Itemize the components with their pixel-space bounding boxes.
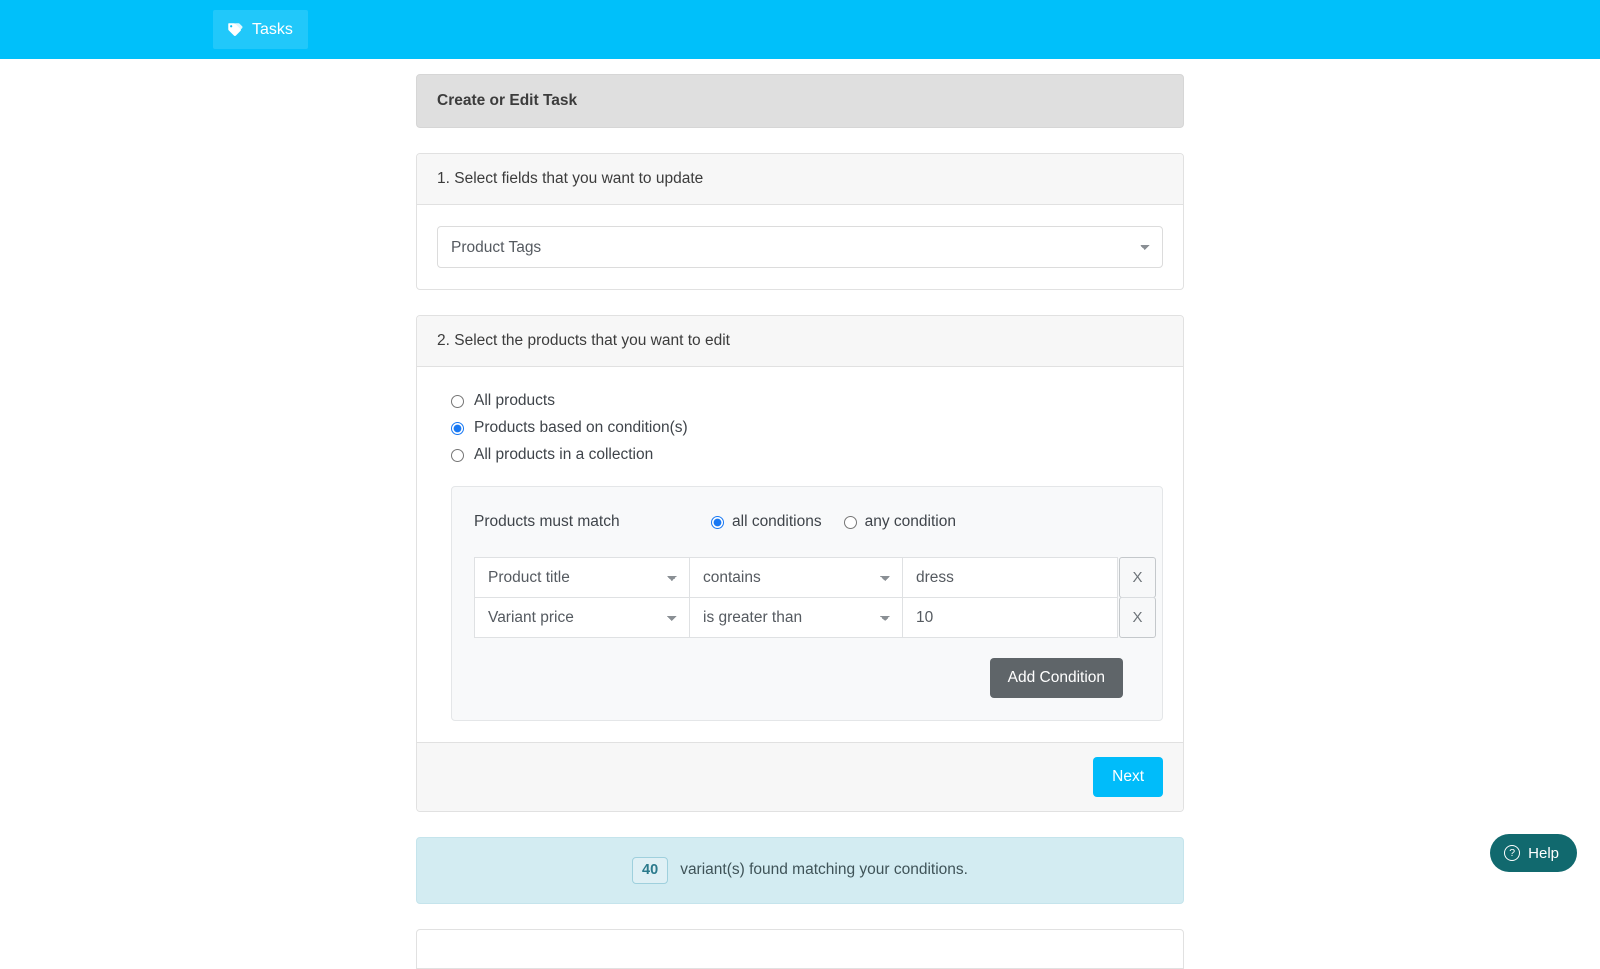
step2-heading: 2. Select the products that you want to … bbox=[417, 316, 1183, 367]
scope-label-collection[interactable]: All products in a collection bbox=[474, 446, 653, 464]
scope-radio-all-products[interactable] bbox=[451, 395, 464, 408]
condition-value-input[interactable] bbox=[902, 557, 1118, 598]
match-label-any[interactable]: any condition bbox=[865, 513, 956, 531]
match-radio-all[interactable] bbox=[711, 516, 724, 529]
help-button-label: Help bbox=[1528, 845, 1559, 862]
condition-remove-button[interactable]: X bbox=[1119, 597, 1156, 638]
step2-footer: Next bbox=[417, 742, 1183, 811]
condition-operator-select[interactable]: is greater than bbox=[689, 597, 903, 638]
next-panel-stub bbox=[416, 929, 1184, 969]
nav-tab-tasks-label: Tasks bbox=[252, 21, 293, 39]
step1-heading: 1. Select fields that you want to update bbox=[417, 154, 1183, 205]
condition-value-input[interactable] bbox=[902, 597, 1118, 638]
question-circle-icon: ? bbox=[1504, 845, 1520, 861]
match-option-all[interactable]: all conditions bbox=[711, 513, 822, 531]
scope-label-conditions[interactable]: Products based on condition(s) bbox=[474, 419, 688, 437]
field-select[interactable]: Product Tags bbox=[437, 226, 1163, 268]
condition-field-select[interactable]: Variant price bbox=[474, 597, 690, 638]
scope-radio-collection[interactable] bbox=[451, 449, 464, 462]
match-mode-row: Products must match all conditions any c… bbox=[474, 513, 1140, 531]
match-radio-any[interactable] bbox=[844, 516, 857, 529]
conditions-table: Product title contains X Variant price bbox=[474, 557, 1163, 638]
nav-tab-tasks[interactable]: Tasks bbox=[213, 10, 308, 49]
top-navigation-bar: Tasks bbox=[0, 0, 1600, 59]
condition-row: Variant price is greater than X bbox=[474, 597, 1163, 638]
match-label-all[interactable]: all conditions bbox=[732, 513, 822, 531]
condition-remove-button[interactable]: X bbox=[1119, 557, 1156, 598]
tag-icon bbox=[226, 21, 243, 38]
add-condition-wrap: Add Condition bbox=[474, 658, 1140, 698]
page-canvas: Create or Edit Task 1. Select fields tha… bbox=[0, 59, 1600, 900]
step1-panel: 1. Select fields that you want to update… bbox=[416, 153, 1184, 290]
scope-option-collection[interactable]: All products in a collection bbox=[451, 446, 1163, 464]
condition-operator-select[interactable]: contains bbox=[689, 557, 903, 598]
content-container: Create or Edit Task 1. Select fields tha… bbox=[416, 74, 1184, 969]
page-title: Create or Edit Task bbox=[416, 74, 1184, 128]
scope-radio-conditions[interactable] bbox=[451, 422, 464, 435]
scope-label-all-products[interactable]: All products bbox=[474, 392, 555, 410]
product-scope-radio-group: All products Products based on condition… bbox=[437, 388, 1163, 464]
condition-row: Product title contains X bbox=[474, 557, 1163, 598]
scope-option-all-products[interactable]: All products bbox=[451, 392, 1163, 410]
next-button[interactable]: Next bbox=[1093, 757, 1163, 797]
scope-option-conditions[interactable]: Products based on condition(s) bbox=[451, 419, 1163, 437]
condition-field-select[interactable]: Product title bbox=[474, 557, 690, 598]
step1-body: Product Tags bbox=[417, 205, 1183, 289]
conditions-box: Products must match all conditions any c… bbox=[451, 486, 1163, 721]
variant-count-alert: 40 variant(s) found matching your condit… bbox=[416, 837, 1184, 904]
help-button[interactable]: ? Help bbox=[1490, 834, 1577, 872]
match-option-any[interactable]: any condition bbox=[844, 513, 956, 531]
match-mode-label: Products must match bbox=[474, 513, 711, 531]
add-condition-button[interactable]: Add Condition bbox=[990, 658, 1123, 698]
step2-panel: 2. Select the products that you want to … bbox=[416, 315, 1184, 812]
variant-count-badge: 40 bbox=[632, 857, 668, 884]
step2-body: All products Products based on condition… bbox=[417, 367, 1183, 742]
variant-count-text: variant(s) found matching your condition… bbox=[680, 861, 968, 879]
